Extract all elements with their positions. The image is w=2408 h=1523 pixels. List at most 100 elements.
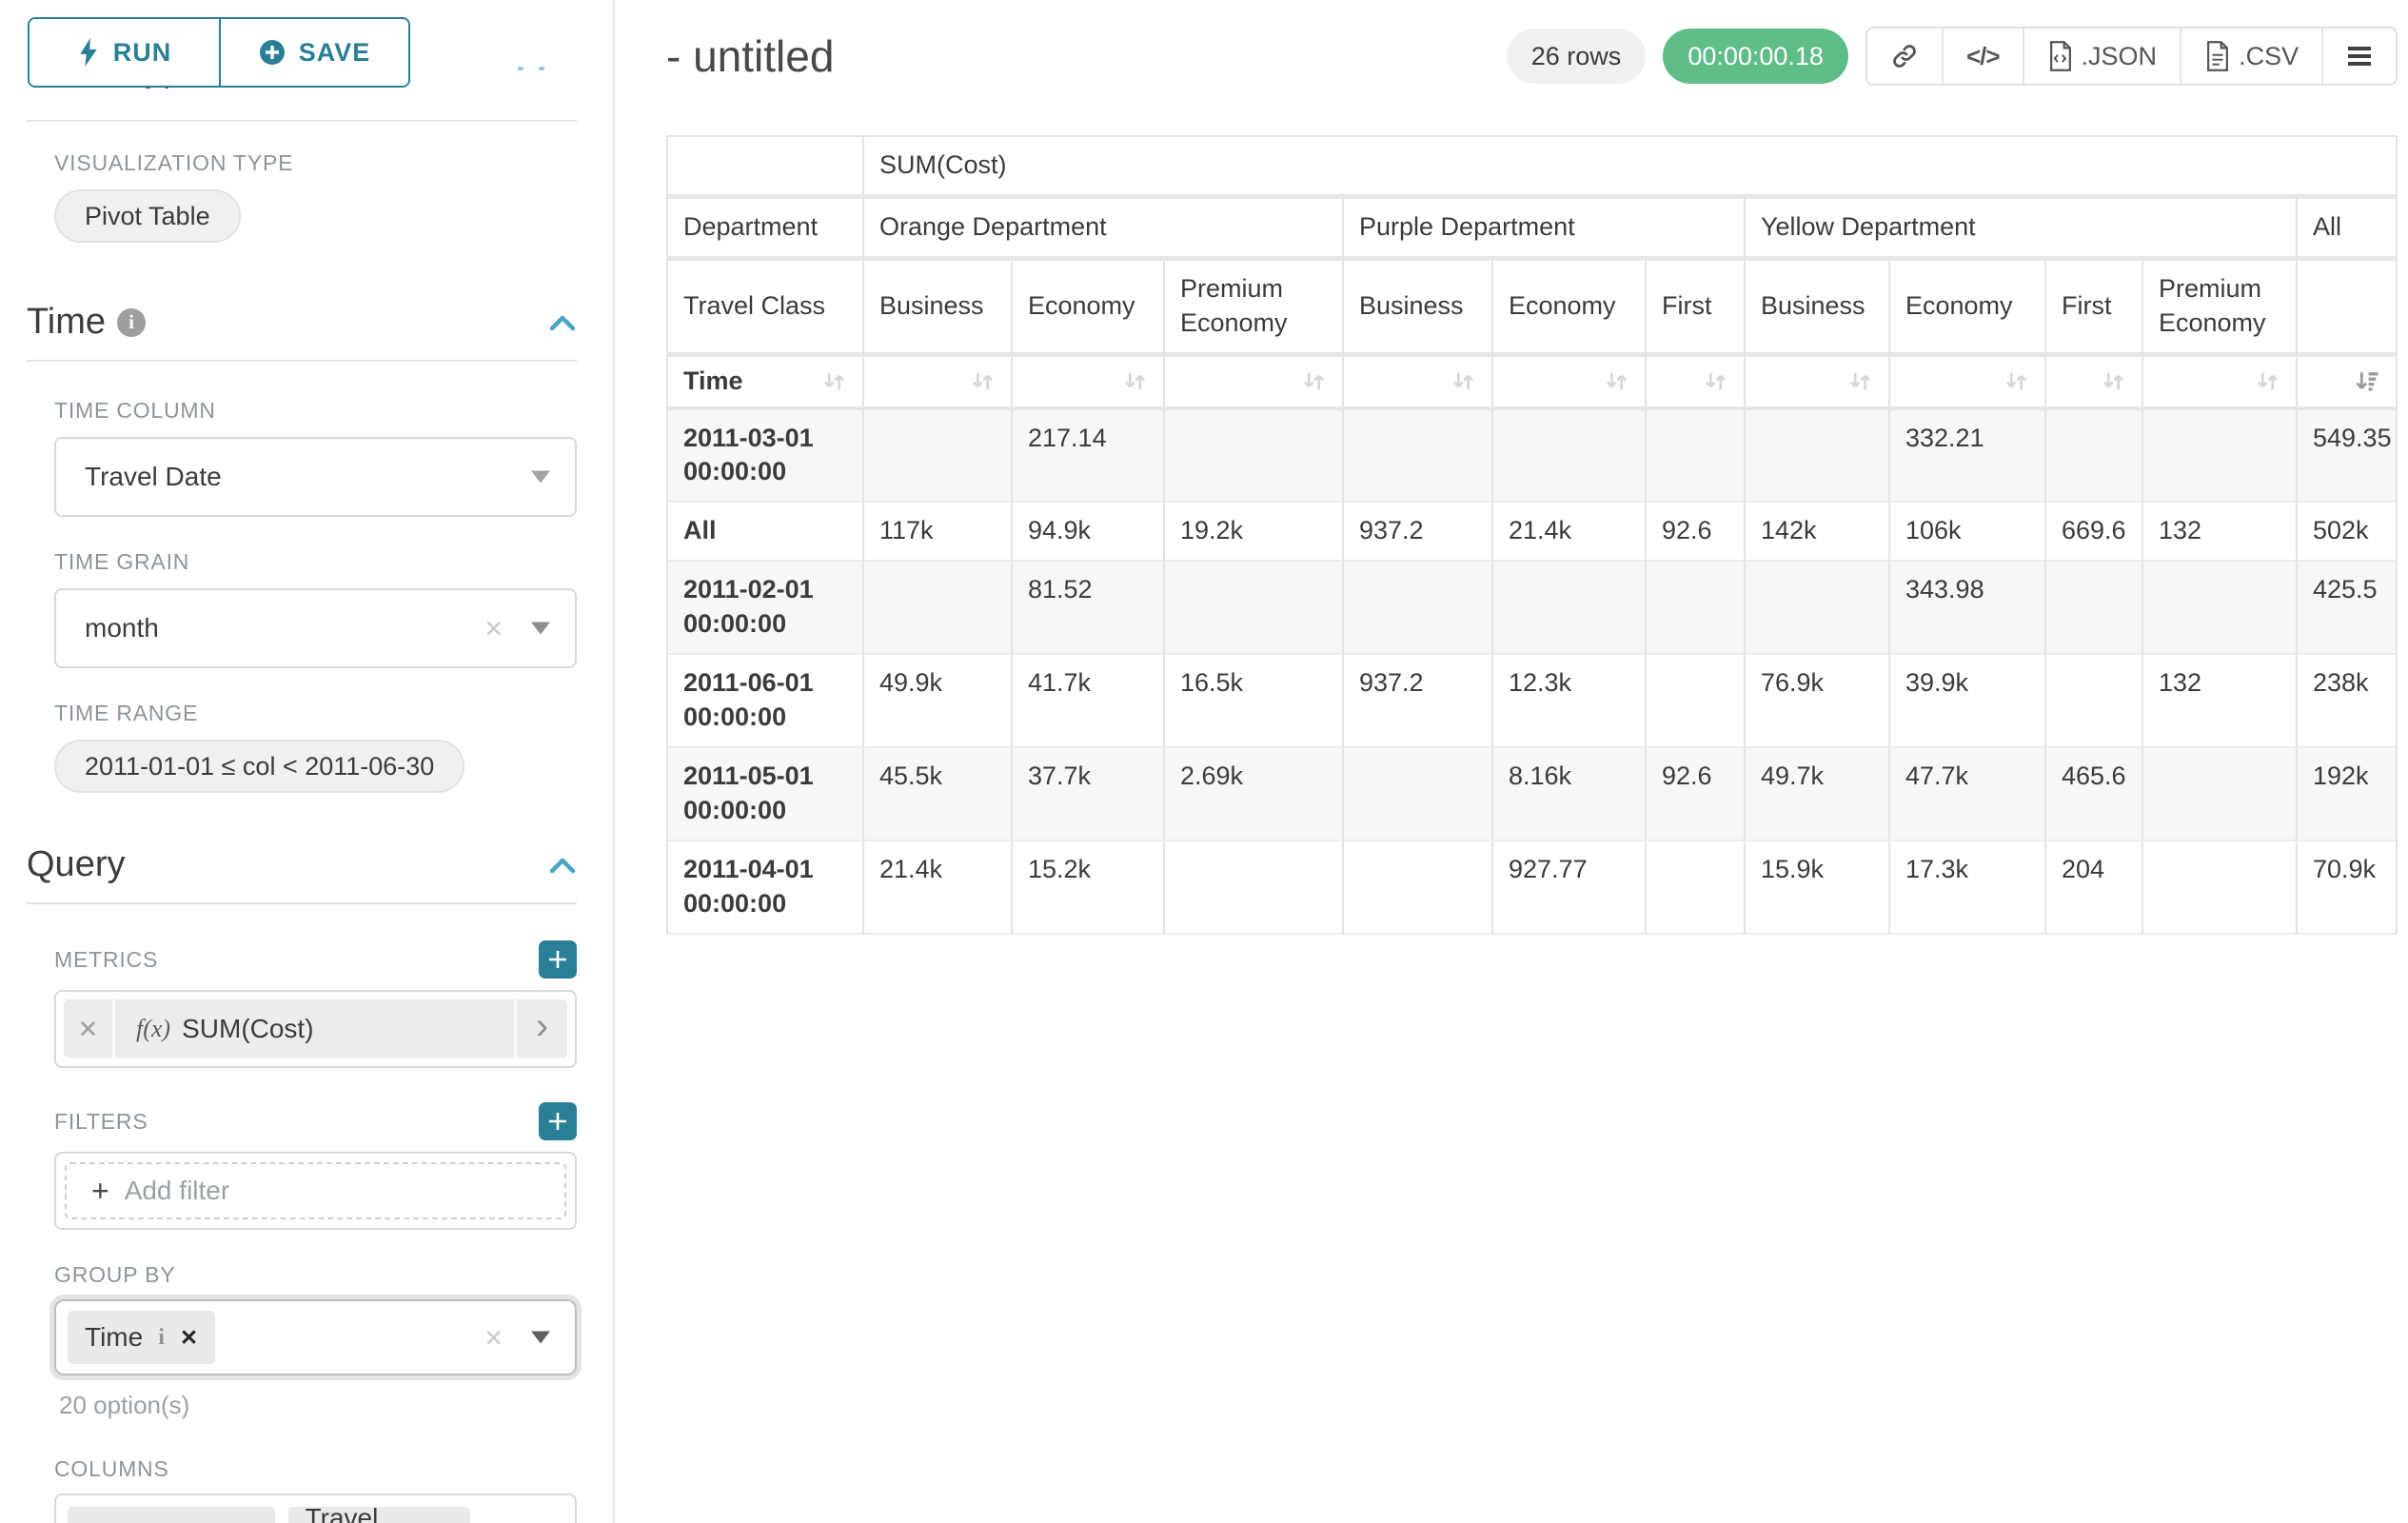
export-json-button[interactable]: .JSON — [2023, 29, 2181, 84]
columns-label: COLUMNS — [54, 1456, 577, 1482]
clear-icon[interactable]: × — [484, 613, 503, 643]
control-panel: Chart Type RUN SAVE VISUALIZATION TYPE — [0, 0, 615, 1523]
sort-descending-icon — [2353, 369, 2380, 393]
time-range-pill[interactable]: 2011-01-01 ≤ col < 2011-06-30 — [54, 740, 464, 793]
dropdown-caret-icon — [531, 1332, 550, 1344]
table-cell: 217.14 — [1013, 410, 1165, 504]
collapsed-chevron-remnant-icon — [518, 67, 544, 70]
table-cell — [2046, 410, 2143, 504]
add-filter-plus-button[interactable] — [539, 1102, 577, 1140]
table-cell: 21.4k — [1493, 503, 1647, 562]
table-row: 2011-02-01 00:00:0081.52343.98425.5 — [668, 562, 2398, 655]
table-cell: 937.2 — [1344, 655, 1493, 748]
sort-column[interactable] — [2046, 357, 2143, 410]
department-axis-label: Department — [668, 199, 864, 261]
table-cell — [1165, 841, 1344, 935]
query-section-title: Query — [27, 844, 125, 885]
table-cell: 94.9k — [1013, 503, 1165, 562]
panel-sticky-header: Chart Type RUN SAVE — [27, 0, 577, 122]
sort-column[interactable] — [1746, 357, 1890, 410]
selected-option-tag: Department✕ — [68, 1507, 275, 1523]
sort-column[interactable] — [1890, 357, 2046, 410]
run-button-label: RUN — [113, 38, 172, 68]
metrics-label: METRICS — [54, 947, 158, 973]
add-filter-button[interactable]: + Add filter — [65, 1162, 566, 1219]
table-cell: 549.35 — [2298, 410, 2398, 504]
time-grain-select[interactable]: month × — [54, 588, 577, 668]
table-cell: 927.77 — [1493, 841, 1647, 935]
sort-column[interactable] — [1493, 357, 1647, 410]
row-count-badge: 26 rows — [1507, 29, 1647, 84]
time-sort-header[interactable]: Time — [668, 357, 864, 410]
table-cell — [2143, 841, 2298, 935]
time-range-block: TIME RANGE 2011-01-01 ≤ col < 2011-06-30 — [54, 701, 577, 793]
sort-column[interactable] — [1013, 357, 1165, 410]
sort-icon — [1604, 369, 1629, 393]
chart-title[interactable]: - untitled — [666, 30, 834, 82]
columns-block: COLUMNS Department✕Travel Class✕ × 19 op… — [54, 1456, 577, 1523]
table-cell — [2143, 748, 2298, 841]
table-cell: 16.5k — [1165, 655, 1344, 748]
row-label: 2011-04-01 00:00:00 — [668, 841, 864, 935]
dropdown-caret-icon — [531, 623, 550, 635]
add-filter-label: Add filter — [125, 1176, 230, 1206]
remove-tag-icon[interactable]: ✕ — [180, 1325, 198, 1351]
sort-icon — [1122, 369, 1148, 393]
run-button[interactable]: RUN — [30, 19, 219, 86]
menu-button[interactable] — [2321, 29, 2396, 84]
chevron-right-icon[interactable]: › — [514, 999, 567, 1058]
run-save-toolbar: RUN SAVE — [27, 0, 577, 88]
table-cell — [2143, 410, 2298, 504]
time-column-select[interactable]: Travel Date — [54, 437, 577, 517]
tag-label: Department — [85, 1518, 224, 1523]
chevron-up-icon[interactable] — [548, 313, 577, 332]
plus-circle-icon — [259, 39, 286, 66]
travel-class-header: Economy — [1013, 261, 1165, 357]
sort-column[interactable] — [1165, 357, 1344, 410]
table-cell: 204 — [2046, 841, 2143, 935]
table-row: 2011-06-01 00:00:0049.9k41.7k16.5k937.21… — [668, 655, 2398, 748]
save-button[interactable]: SAVE — [219, 19, 408, 86]
corner-cell — [668, 137, 864, 199]
table-cell: 47.7k — [1890, 748, 2046, 841]
visualization-type-pill[interactable]: Pivot Table — [54, 189, 241, 243]
view-query-button[interactable]: </> — [1942, 29, 2023, 84]
sort-column[interactable] — [1647, 357, 1746, 410]
tag-label: Travel Class — [306, 1503, 420, 1523]
chevron-up-icon[interactable] — [548, 856, 577, 875]
export-csv-button[interactable]: .CSV — [2180, 29, 2321, 84]
selected-option-tag: Timei✕ — [68, 1311, 215, 1364]
table-cell — [1344, 748, 1493, 841]
travel-class-header — [2298, 261, 2398, 357]
plus-icon: + — [91, 1176, 109, 1206]
group-by-select[interactable]: Timei✕ × — [54, 1299, 577, 1375]
metric-pill[interactable]: ✕ f(x) SUM(Cost) › — [64, 999, 567, 1058]
travel-class-header: Premium Economy — [2143, 261, 2298, 357]
sort-column-active[interactable] — [2298, 357, 2398, 410]
sort-icon — [1847, 369, 1873, 393]
add-metric-button[interactable] — [539, 940, 577, 979]
table-cell — [1746, 562, 1890, 655]
superset-explore-view: Chart Type RUN SAVE VISUALIZATION TYPE — [0, 0, 2408, 1523]
query-section-header: Query — [27, 844, 577, 885]
info-icon: i — [158, 1325, 165, 1351]
query-timer-badge: 00:00:00.18 — [1663, 29, 1848, 84]
sort-icon — [2101, 369, 2126, 393]
table-cell — [1493, 410, 1647, 504]
table-cell: 39.9k — [1890, 655, 2046, 748]
clear-icon[interactable]: × — [484, 1322, 503, 1353]
table-row: 2011-04-01 00:00:0021.4k15.2k927.7715.9k… — [668, 841, 2398, 935]
travel-class-axis-label: Travel Class — [668, 261, 864, 357]
table-cell: 81.52 — [1013, 562, 1165, 655]
share-link-button[interactable] — [1867, 29, 1942, 84]
remove-metric-icon[interactable]: ✕ — [64, 999, 115, 1058]
columns-select[interactable]: Department✕Travel Class✕ × — [54, 1493, 577, 1523]
link-icon — [1890, 42, 1919, 70]
sort-column[interactable] — [2143, 357, 2298, 410]
sort-column[interactable] — [864, 357, 1013, 410]
sort-column[interactable] — [1344, 357, 1493, 410]
travel-class-header: Economy — [1493, 261, 1647, 357]
time-section-header: Time i — [27, 302, 577, 343]
sort-icon — [1301, 369, 1327, 393]
table-cell — [1746, 410, 1890, 504]
